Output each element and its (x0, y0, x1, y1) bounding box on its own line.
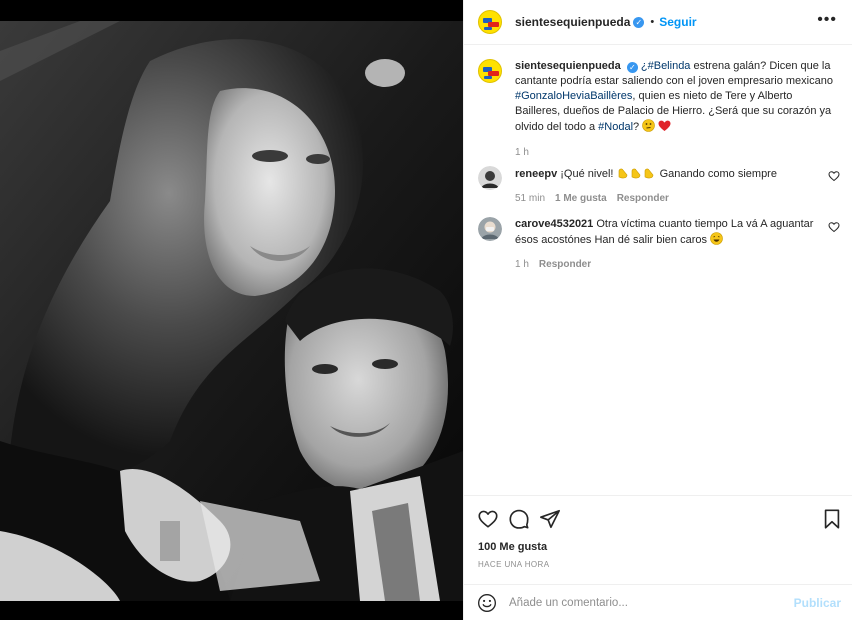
logo-shape (484, 76, 492, 79)
reply-button[interactable]: Responder (539, 257, 591, 272)
comment-like-heart-icon[interactable] (828, 221, 840, 233)
separator-dot: • (650, 16, 655, 28)
author-avatar[interactable] (478, 10, 502, 34)
post-header: sientesequienpueda ✓ • Seguir ••• (464, 0, 852, 45)
verified-badge-icon: ✓ (633, 16, 645, 28)
follow-button[interactable]: Seguir (659, 15, 696, 29)
clapping-hands-icon (618, 168, 653, 179)
publish-button[interactable]: Publicar (794, 596, 841, 610)
caption-username[interactable]: sientesequienpueda (515, 60, 621, 72)
comment-icon[interactable] (508, 508, 530, 530)
hashtag-link[interactable]: #GonzaloHeviaBaillères (515, 90, 632, 102)
comment-body: carove4532021 Otra víctima cuanto tiempo… (515, 217, 815, 272)
comment-item: carove4532021 Otra víctima cuanto tiempo… (478, 217, 840, 272)
post-photo[interactable] (0, 21, 463, 601)
comment-meta: 1 h Responder (515, 257, 815, 272)
heart-icon[interactable] (477, 508, 499, 530)
comment-item: reneepv ¡Qué nivel! Ganando como siempre… (478, 166, 840, 206)
comment-username[interactable]: reneepv (515, 168, 557, 180)
commenter-avatar[interactable] (478, 217, 502, 241)
logo-shape (484, 27, 492, 30)
paper-plane-icon[interactable] (539, 508, 561, 530)
red-heart-icon (658, 120, 671, 131)
comment-text: Ganando como siempre (656, 168, 777, 180)
caption-timestamp: 1 h (515, 147, 529, 158)
comment-meta: 51 min 1 Me gusta Responder (515, 191, 815, 206)
smiley-icon[interactable] (477, 593, 497, 613)
comment-input[interactable] (509, 596, 769, 609)
commenter-avatar[interactable] (478, 166, 502, 190)
author-username[interactable]: sientesequienpueda (515, 15, 630, 29)
likes-count[interactable]: 100 Me gusta (478, 541, 547, 553)
comment-like-heart-icon[interactable] (828, 170, 840, 182)
comment-time: 1 h (515, 259, 529, 270)
reply-button[interactable]: Responder (617, 191, 669, 206)
comment-body: reneepv ¡Qué nivel! Ganando como siempre… (515, 166, 815, 206)
post-caption: sientesequienpueda ✓ ¿#Belinda estrena g… (478, 59, 840, 159)
hashtag-link[interactable]: ¿#Belinda (641, 60, 691, 72)
post-timestamp: HACE UNA HORA (478, 560, 550, 569)
caption-body: sientesequienpueda ✓ ¿#Belinda estrena g… (515, 59, 840, 159)
thinking-face-icon (642, 119, 656, 132)
author-avatar[interactable] (478, 59, 502, 83)
bookmark-icon[interactable] (821, 508, 843, 530)
avatar-photo (478, 217, 502, 241)
verified-badge-icon: ✓ (626, 62, 638, 73)
hashtag-link[interactable]: #Nodal (598, 121, 633, 133)
post-photo-pane (0, 0, 463, 620)
add-comment-bar: Publicar (464, 584, 852, 620)
more-options-icon[interactable]: ••• (817, 12, 837, 28)
avatar-photo (478, 166, 502, 190)
comment-text: ¡Qué nivel! (560, 168, 617, 180)
post-side-panel: sientesequienpueda ✓ • Seguir ••• siente… (463, 0, 852, 620)
comment-username[interactable]: carove4532021 (515, 218, 593, 230)
comment-time: 51 min (515, 193, 546, 204)
caption-text: ? (633, 121, 643, 133)
laughing-face-icon (710, 232, 723, 245)
comment-likes-count[interactable]: 1 Me gusta (555, 191, 607, 206)
